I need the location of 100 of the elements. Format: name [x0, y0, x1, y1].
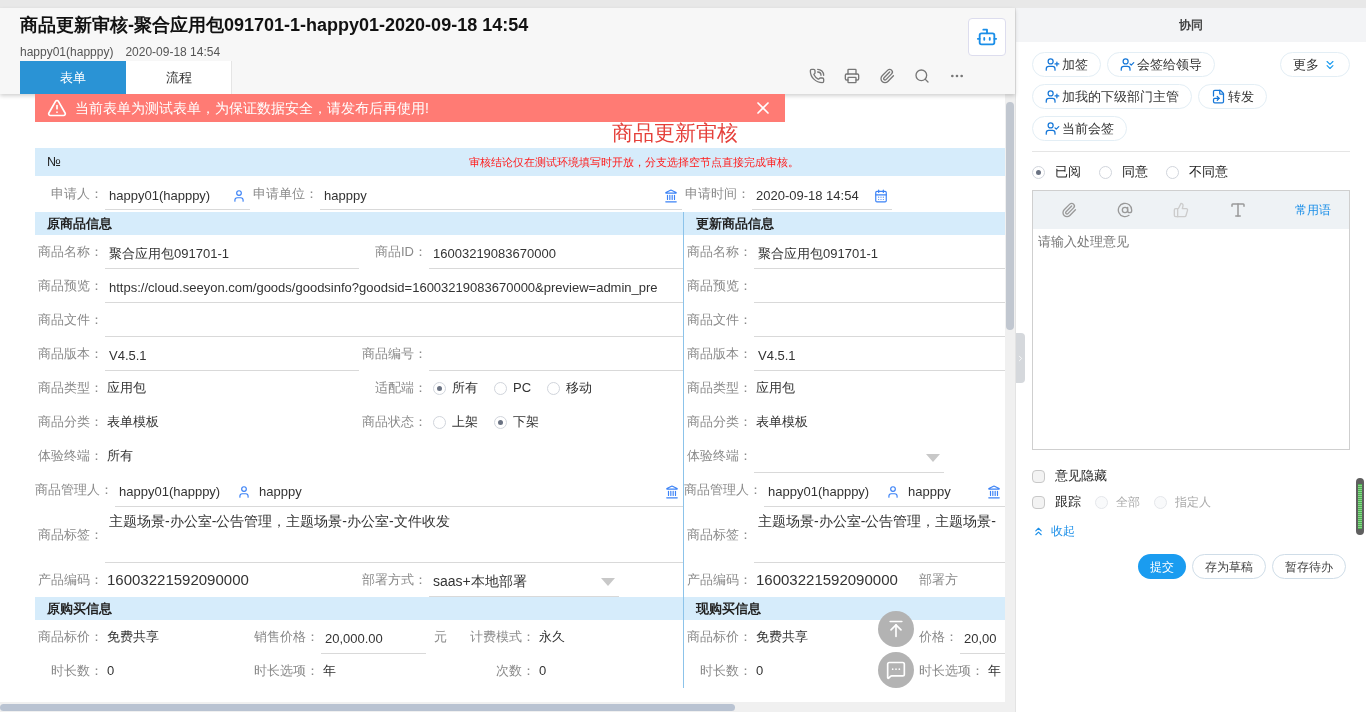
field-label: 商品文件：: [686, 311, 753, 330]
created-time: 2020-09-18 14:54: [125, 44, 221, 61]
price-field[interactable]: 20,000.00: [321, 624, 426, 654]
radio-label: 全部: [1116, 494, 1140, 511]
org-field[interactable]: happpy: [320, 182, 682, 210]
field-label: 商品编号：: [361, 345, 428, 364]
field-value: 永久: [539, 628, 565, 647]
text-field[interactable]: https://cloud.seeyon.com/goods/goodsinfo?goodsid=16003219083670000&preview=admin_pre: [105, 273, 683, 303]
warning-icon: [47, 98, 67, 118]
radio-label: 指定人: [1175, 494, 1211, 511]
attitude-label: 已阅: [1055, 163, 1081, 182]
field-label: 商品标签：: [37, 526, 104, 545]
user-icon[interactable]: [886, 484, 900, 499]
bank-icon[interactable]: [664, 188, 678, 203]
collapse-handle[interactable]: [1016, 333, 1025, 383]
field-label: 时长选项：: [253, 662, 320, 681]
field-label: 部署方式：: [361, 571, 428, 590]
attachment-icon[interactable]: [1061, 202, 1077, 218]
user-icon[interactable]: [237, 484, 251, 499]
font-icon[interactable]: [1229, 201, 1247, 219]
field-label: 商品文件：: [37, 311, 104, 330]
bank-icon[interactable]: [665, 484, 679, 499]
user-field[interactable]: happy01(happpy): [764, 477, 904, 507]
radio-button[interactable]: [1099, 165, 1112, 179]
assistant-button[interactable]: [968, 18, 1006, 56]
mention-icon[interactable]: [1117, 202, 1133, 218]
robot-icon: [976, 26, 998, 48]
warning-message: 当前表单为测试表单，为保证数据安全，请发布后再使用!: [75, 98, 429, 118]
phone-icon[interactable]: [809, 68, 825, 84]
arrow-up-icon: [886, 619, 906, 639]
checkbox[interactable]: [1032, 495, 1045, 509]
field-label: 商品类型：: [37, 379, 104, 398]
form-title: 商品更新审核: [612, 120, 738, 146]
field-label: 申请人：: [50, 185, 104, 204]
action-button[interactable]: 暂存待办: [1272, 554, 1346, 579]
search-icon[interactable]: [914, 68, 930, 84]
field-value: 16003221592090000: [107, 569, 249, 590]
tab[interactable]: 流程: [126, 61, 232, 94]
field-label: 部署方: [919, 571, 959, 590]
collapse-link[interactable]: 收起: [1032, 522, 1075, 540]
field-value: 免费共享: [107, 628, 159, 647]
print-icon[interactable]: [844, 68, 860, 84]
panel-title: 协同: [1179, 17, 1203, 34]
radio-label: 所有: [452, 379, 478, 398]
chat-button[interactable]: [878, 652, 914, 688]
field-value: 免费共享: [756, 628, 808, 647]
forward-document-icon: [1211, 89, 1226, 104]
checkbox-label: 跟踪: [1055, 493, 1081, 512]
field-value: 0: [107, 662, 115, 681]
radio-button[interactable]: [1166, 165, 1179, 179]
attitude-label: 不同意: [1189, 163, 1228, 182]
chat-bubble-icon: [886, 660, 906, 680]
radio-button[interactable]: [1032, 165, 1045, 179]
field-value: 所有: [107, 447, 133, 466]
field-label: 商品分类：: [686, 413, 753, 432]
field-label: 商品版本：: [686, 345, 753, 364]
opinion-input[interactable]: 请输入处理意见: [1033, 229, 1349, 449]
user-check-icon: [1120, 57, 1135, 72]
field-label: 时长数：: [699, 662, 753, 681]
field-label: 时长数：: [50, 662, 104, 681]
field-label: 商品标价：: [686, 628, 753, 647]
vertical-scrollbar[interactable]: [1005, 94, 1015, 702]
scroll-thumb[interactable]: [1356, 478, 1364, 535]
radio-button[interactable]: [494, 381, 507, 395]
field-label: 销售价格：: [253, 628, 320, 647]
radio-button[interactable]: [547, 381, 561, 395]
field-label: 商品分类：: [37, 413, 104, 432]
radio-button[interactable]: [494, 415, 507, 429]
radio-button[interactable]: [433, 381, 446, 395]
dropdown-arrow-icon: [926, 453, 940, 462]
field-value: 0: [539, 662, 547, 681]
radio-label: 上架: [452, 413, 478, 432]
action-button[interactable]: 存为草稿: [1192, 554, 1266, 579]
back-to-top-button[interactable]: [878, 611, 914, 647]
checkbox-label: 意见隐藏: [1055, 467, 1107, 486]
field-label: 产品编码：: [686, 571, 753, 590]
section-heading: 原商品信息: [35, 212, 683, 235]
user-icon[interactable]: [232, 188, 246, 203]
field-label: 商品ID：: [374, 243, 428, 262]
radio-button[interactable]: [433, 415, 446, 429]
text-field[interactable]: 聚合应用包091701-1: [105, 239, 359, 269]
author-name: happy01(happpy): [20, 44, 114, 61]
field-label: 商品标价：: [37, 628, 104, 647]
bank-icon[interactable]: [987, 484, 1001, 499]
user-field[interactable]: happy01(happpy): [115, 477, 255, 507]
user-field[interactable]: happy01(happpy): [105, 182, 250, 210]
field-value: 0: [756, 662, 764, 681]
calendar-icon[interactable]: [874, 188, 888, 203]
unit-label: 元: [434, 628, 447, 647]
date-field[interactable]: 2020-09-18 14:54: [752, 182, 892, 210]
text-field[interactable]: V4.5.1: [105, 341, 359, 371]
add-user-icon: [1045, 89, 1060, 104]
department-field[interactable]: happpy: [255, 477, 683, 507]
horizontal-scrollbar[interactable]: [0, 702, 1015, 712]
thumbs-up-icon[interactable]: [1173, 202, 1189, 218]
field-label: 体验终端：: [37, 447, 104, 466]
tags-field[interactable]: 主题场景-办公室-公告管理，主题场景-办公室-文件收发: [105, 507, 683, 563]
attachment-icon[interactable]: [879, 68, 895, 84]
checkbox[interactable]: [1032, 469, 1045, 483]
text-field[interactable]: 16003219083670000: [429, 239, 683, 269]
